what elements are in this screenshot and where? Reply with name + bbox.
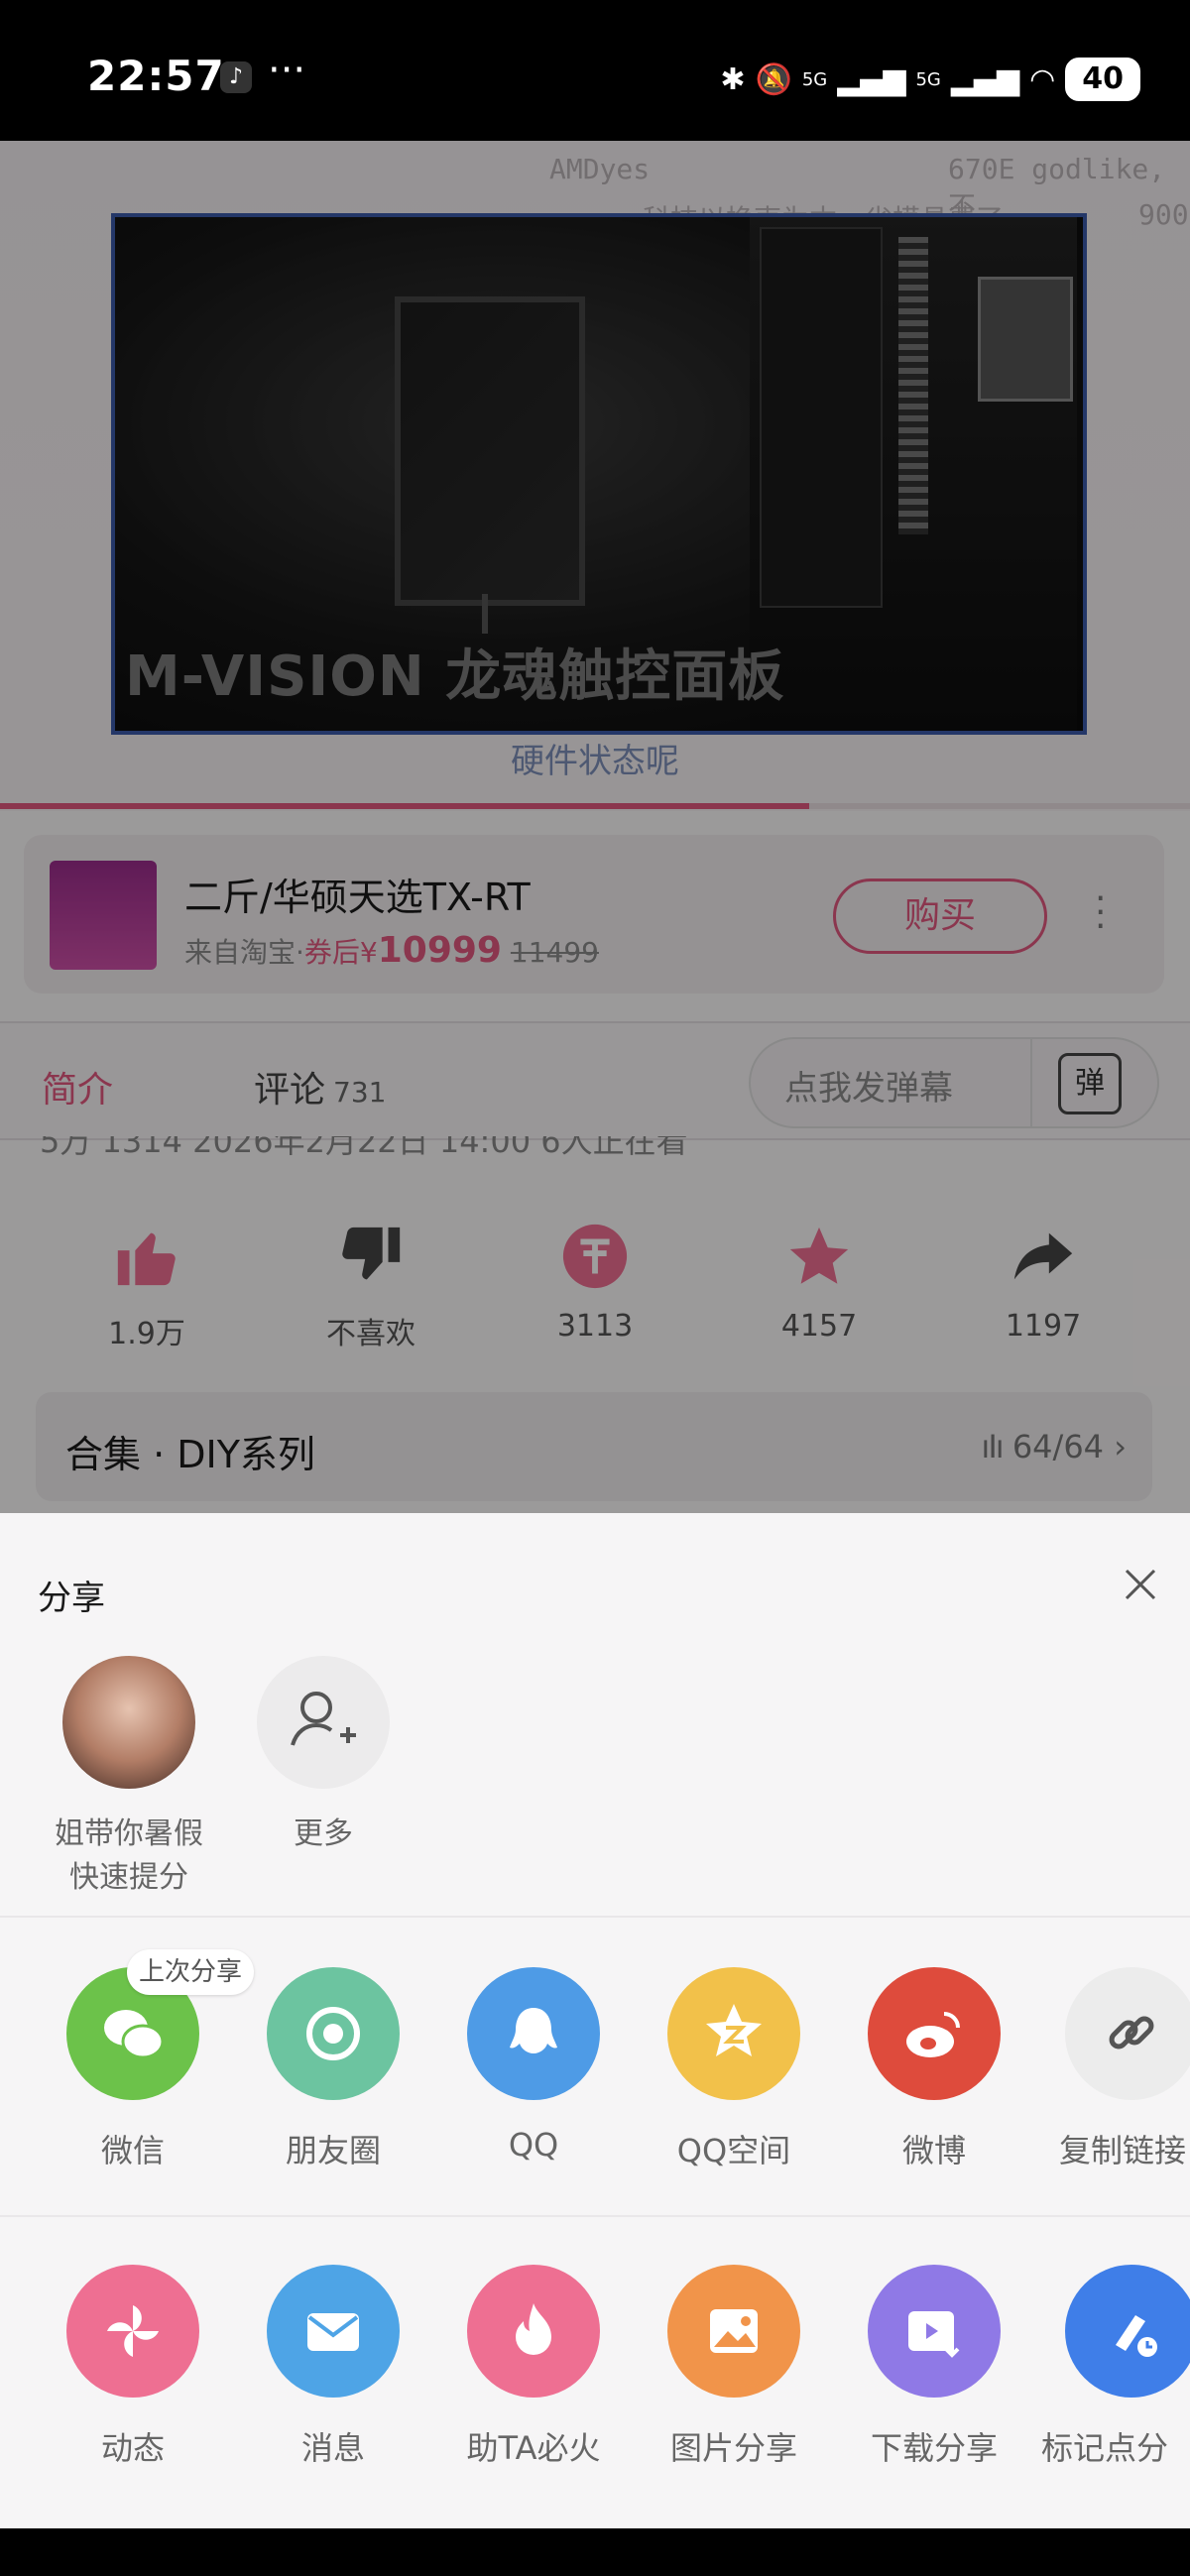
- more-label: 更多: [294, 1816, 353, 1851]
- share-image[interactable]: 图片分享: [635, 2265, 833, 2469]
- network-label-2: 5G: [915, 68, 941, 90]
- share-label: 微信: [100, 2132, 165, 2169]
- navigation-bar: [0, 2528, 1190, 2576]
- share-label: 下载分享: [870, 2429, 998, 2467]
- contact-name: 姐带你暑假 快速提分: [30, 1813, 228, 1900]
- network-label-1: 5G: [801, 68, 828, 90]
- share-boost[interactable]: 助TA必火: [434, 2265, 633, 2469]
- overflow-indicator: ···: [268, 48, 306, 93]
- share-sheet: 分享 姐带你暑假 快速提分 更多 微信 朋友圈 QQ QQ空间 微博 复制链接 …: [0, 1513, 1190, 2528]
- link-icon: [1065, 1967, 1190, 2100]
- status-icons: ✱ 🔕 5G ▂▄▆ 5G ▂▄▆ ◠ 40: [720, 50, 1140, 109]
- share-label: 复制链接: [1059, 2132, 1187, 2169]
- status-time: 22:57: [87, 52, 225, 100]
- mute-icon: 🔕: [755, 61, 792, 97]
- contact-name-line: 姐带你暑假: [55, 1816, 203, 1851]
- wifi-icon: ◠: [1029, 61, 1056, 97]
- share-label: 消息: [300, 2429, 365, 2467]
- share-label: 动态: [100, 2429, 165, 2467]
- image-icon: [667, 2265, 800, 2398]
- share-mark-point[interactable]: 标记点分: [1035, 2265, 1190, 2469]
- divider: [0, 2215, 1190, 2217]
- share-label: 标记点分: [1041, 2429, 1169, 2467]
- status-bar: 22:57 ♪ ··· ✱ 🔕 5G ▂▄▆ 5G ▂▄▆ ◠ 40: [0, 0, 1190, 141]
- share-qzone[interactable]: QQ空间: [635, 1967, 833, 2171]
- tiktok-icon: ♪: [220, 61, 252, 93]
- weibo-icon: [868, 1967, 1001, 2100]
- signal-icon: ▂▄▆: [837, 61, 906, 97]
- mail-icon: [267, 2265, 400, 2398]
- avatar: [62, 1656, 195, 1789]
- share-dynamic[interactable]: 动态: [34, 2265, 232, 2469]
- divider: [0, 1916, 1190, 1918]
- qq-icon: [467, 1967, 600, 2100]
- fire-icon: [467, 2265, 600, 2398]
- share-contact[interactable]: 姐带你暑假 快速提分: [30, 1656, 228, 1900]
- share-label: 助TA必火: [466, 2429, 601, 2467]
- mark-point-icon: [1065, 2265, 1190, 2398]
- pinwheel-icon: [66, 2265, 199, 2398]
- share-qq[interactable]: QQ: [434, 1967, 633, 2164]
- qzone-icon: [667, 1967, 800, 2100]
- share-label: 朋友圈: [285, 2132, 381, 2169]
- share-label: 图片分享: [669, 2429, 797, 2467]
- share-label: QQ: [508, 2126, 559, 2164]
- download-video-icon: [868, 2265, 1001, 2398]
- signal-icon: ▂▄▆: [950, 61, 1020, 97]
- share-message[interactable]: 消息: [234, 2265, 432, 2469]
- last-shared-badge: 上次分享: [127, 1949, 255, 1995]
- share-weibo[interactable]: 微博: [835, 1967, 1033, 2171]
- share-wechat[interactable]: 微信: [34, 1967, 232, 2171]
- modal-backdrop[interactable]: [0, 141, 1190, 1513]
- share-label: 微博: [901, 2132, 966, 2169]
- close-icon[interactable]: [1121, 1565, 1160, 1604]
- share-sheet-title: 分享: [38, 1579, 105, 1618]
- share-download[interactable]: 下载分享: [835, 2265, 1033, 2469]
- share-copy-link[interactable]: 复制链接: [1035, 1967, 1190, 2171]
- share-more-contacts[interactable]: 更多: [224, 1656, 422, 1856]
- share-label: QQ空间: [676, 2132, 791, 2169]
- contact-name-line: 快速提分: [69, 1860, 188, 1895]
- battery-indicator: 40: [1065, 58, 1140, 101]
- bluetooth-icon: ✱: [720, 61, 746, 97]
- moments-icon: [267, 1967, 400, 2100]
- add-contact-icon: [257, 1656, 390, 1789]
- share-moments[interactable]: 朋友圈: [234, 1967, 432, 2171]
